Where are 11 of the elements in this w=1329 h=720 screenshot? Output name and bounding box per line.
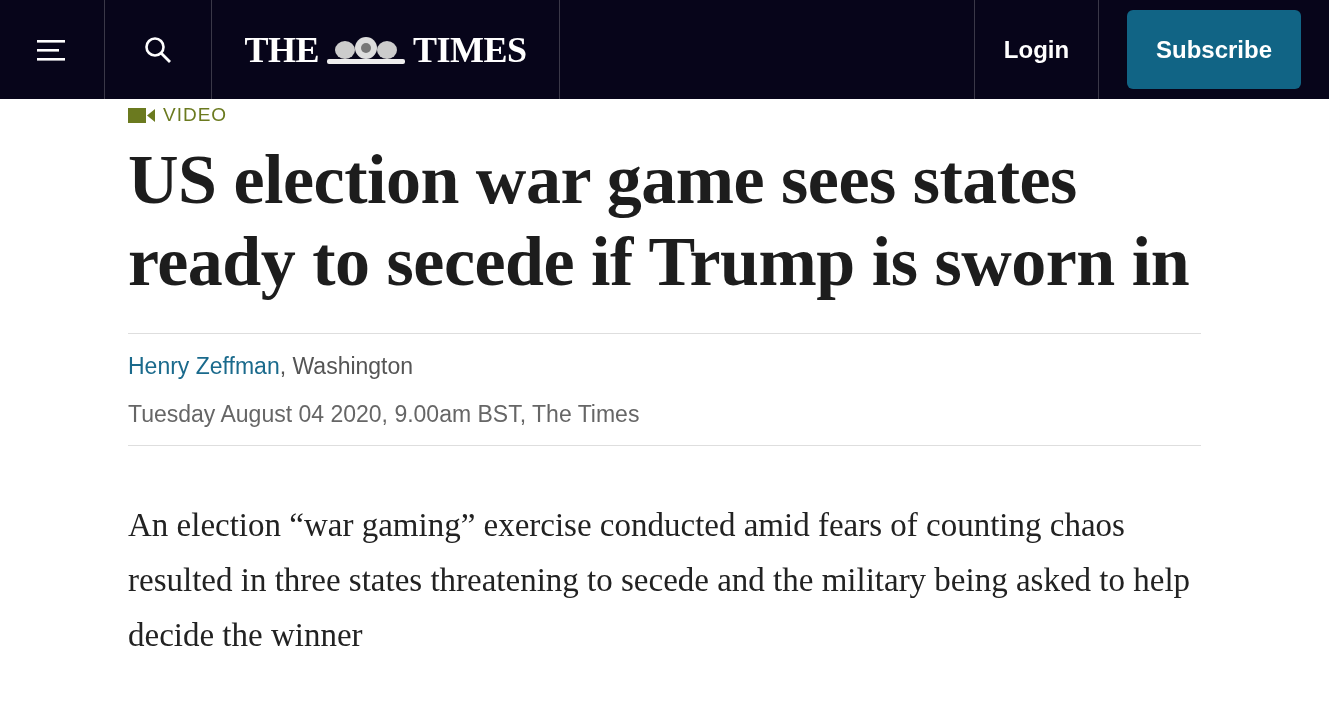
author-link[interactable]: Henry Zeffman (128, 353, 280, 379)
headline: US election war game sees states ready to secede if Trump is sworn in (128, 140, 1191, 302)
location-text: , Washington (279, 353, 414, 379)
login-link[interactable]: Login (1003, 35, 1070, 64)
article-body: An election “war gaming” exercise conducted amid fears of counting chaos resulted in three states threatening to secede and the military being asked to help decide the winner (128, 506, 1192, 655)
section-label: VIDEO (163, 104, 228, 126)
video-camera-icon (128, 107, 155, 123)
logo-text: TIMES (413, 28, 527, 71)
subscribe-button[interactable]: Subscribe (1127, 10, 1301, 89)
dateline: Tuesday August 04 2020, 9.00am BST, The Times (128, 400, 641, 429)
logo-text: THE (244, 28, 319, 71)
